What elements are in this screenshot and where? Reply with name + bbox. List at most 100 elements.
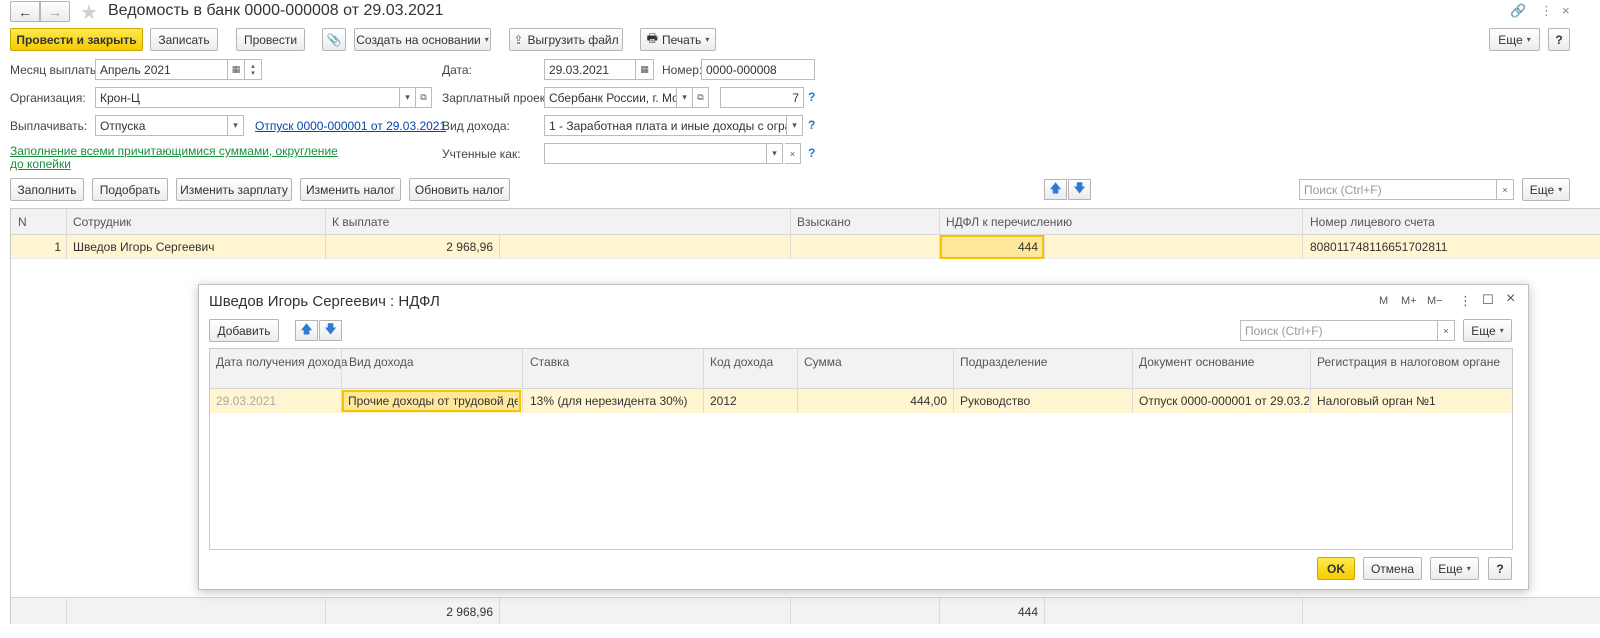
fill-button[interactable]: Заполнить [10, 178, 84, 201]
chevron-down-icon: ▾ [1466, 564, 1471, 573]
col-header-employee[interactable]: Сотрудник [73, 215, 131, 229]
help-button[interactable]: ? [1548, 28, 1570, 51]
chevron-down-icon: ▾ [1499, 326, 1504, 335]
row-employee: Шведов Игорь Сергеевич [73, 240, 215, 254]
dialog-search-input[interactable]: Поиск (Ctrl+F) [1240, 320, 1438, 341]
cancel-button[interactable]: Отмена [1363, 557, 1422, 580]
month-spinner[interactable]: ▴ ▾ [245, 59, 262, 80]
row-rate: 13% (для нерезидента 30%) [530, 394, 688, 408]
dialog-help-button[interactable]: ? [1488, 557, 1512, 580]
help-icon[interactable]: ? [808, 146, 815, 160]
update-tax-button[interactable]: Обновить налог [409, 178, 510, 201]
date-label: Дата: [442, 63, 472, 77]
organization-dropdown[interactable]: ▾ [400, 87, 416, 108]
search-input[interactable]: Поиск (Ctrl+F) [1299, 179, 1497, 200]
organization-field[interactable]: Крон-Ц [95, 87, 400, 108]
col-header-date[interactable]: Дата получения дохода [216, 355, 347, 369]
number-field[interactable]: 0000-000008 [701, 59, 815, 80]
dialog-move-down-button[interactable]: 🡇 [319, 320, 342, 341]
favorite-star-icon[interactable]: ★ [80, 0, 98, 25]
more-button[interactable]: Еще ▾ [1489, 28, 1540, 51]
maximize-icon[interactable]: ☐ [1482, 292, 1494, 308]
help-icon[interactable]: ? [808, 90, 815, 104]
salary-project-dropdown[interactable]: ▾ [677, 87, 693, 108]
month-label: Месяц выплаты: [10, 63, 102, 77]
pick-button[interactable]: Подобрать [92, 178, 168, 201]
add-button[interactable]: Добавить [209, 319, 279, 342]
row-ndfl: 444 [1017, 240, 1038, 254]
dialog-search-clear[interactable]: × [1438, 320, 1455, 341]
salary-project-open[interactable]: ⧉ [693, 87, 709, 108]
dialog-table-row[interactable]: 29.03.2021 Прочие доходы от трудовой де.… [210, 389, 1512, 413]
ok-button[interactable]: OK [1317, 557, 1355, 580]
accounted-dropdown[interactable]: ▾ [767, 143, 783, 164]
col-header-to-pay[interactable]: К выплате [332, 215, 389, 229]
income-type-dropdown[interactable]: ▾ [787, 115, 803, 136]
col-header-document[interactable]: Документ основание [1139, 355, 1254, 369]
salary-project-label: Зарплатный проект: [442, 91, 555, 105]
forward-button[interactable]: → [40, 1, 70, 22]
col-header-ndfl[interactable]: НДФЛ к перечислению [946, 215, 1072, 229]
fill-mode-link[interactable]: Заполнение всеми причитающимися суммами,… [10, 144, 338, 171]
change-salary-button[interactable]: Изменить зарплату [176, 178, 292, 201]
col-header-rate[interactable]: Ставка [530, 355, 569, 369]
memory-plus-button[interactable]: M+ [1401, 295, 1417, 307]
attach-button[interactable]: 📎 [322, 28, 346, 51]
col-header-n[interactable]: N [18, 215, 27, 229]
menu-dots-icon[interactable]: ⋮ [1540, 3, 1553, 19]
salary-project-number[interactable]: 7 [720, 87, 804, 108]
create-based-button[interactable]: Создать на основании ▾ [354, 28, 491, 51]
organization-open[interactable]: ⧉ [416, 87, 432, 108]
pay-dropdown[interactable]: ▾ [228, 115, 244, 136]
close-icon[interactable]: × [1562, 3, 1570, 18]
col-divider [66, 209, 67, 259]
save-button[interactable]: Записать [150, 28, 218, 51]
chevron-down-icon: ▾ [682, 92, 687, 102]
arrow-down-icon: 🡇 [1073, 181, 1086, 195]
col-header-recovered[interactable]: Взыскано [797, 215, 851, 229]
accounted-field[interactable] [544, 143, 767, 164]
calendar-button[interactable]: ▦ [228, 59, 245, 80]
col-header-account[interactable]: Номер лицевого счета [1310, 215, 1435, 229]
table-more-button[interactable]: Еще ▾ [1522, 178, 1570, 201]
date-field[interactable]: 29.03.2021 [544, 59, 636, 80]
back-button[interactable]: ← [10, 1, 40, 22]
salary-project-field[interactable]: Сбербанк России, г. Моск [544, 87, 677, 108]
post-button[interactable]: Провести [236, 28, 305, 51]
chevron-down-icon: ▾ [233, 120, 238, 130]
search-placeholder: Поиск (Ctrl+F) [1245, 324, 1323, 338]
dialog-more-button[interactable]: Еще ▾ [1463, 319, 1512, 342]
col-header-income-type[interactable]: Вид дохода [349, 355, 414, 369]
dialog-move-up-button[interactable]: 🡅 [295, 320, 318, 341]
row-document: Отпуск 0000-000001 от 29.03.2... [1139, 394, 1309, 408]
dialog-footer-more-button[interactable]: Еще ▾ [1430, 557, 1479, 580]
pay-field[interactable]: Отпуска [95, 115, 228, 136]
move-up-button[interactable]: 🡅 [1044, 179, 1067, 200]
accounted-clear[interactable]: × [785, 143, 801, 164]
col-header-amount[interactable]: Сумма [804, 355, 842, 369]
vacation-document-link[interactable]: Отпуск 0000-000001 от 29.03.2021 [255, 119, 446, 133]
memory-minus-button[interactable]: M− [1427, 295, 1443, 307]
income-type-field[interactable]: 1 - Заработная плата и иные доходы с огр… [544, 115, 787, 136]
dialog-menu-icon[interactable]: ⋮ [1459, 293, 1472, 309]
date-calendar-button[interactable]: ▦ [636, 59, 654, 80]
month-field[interactable]: Апрель 2021 [95, 59, 228, 80]
help-icon[interactable]: ? [808, 118, 815, 132]
print-button[interactable]: 🖶 Печать ▾ [640, 28, 716, 51]
memory-m-button[interactable]: M [1379, 295, 1388, 307]
table-row[interactable]: 1 Шведов Игорь Сергеевич 2 968,96 444 80… [11, 235, 1600, 259]
post-close-button[interactable]: Провести и закрыть [10, 28, 143, 51]
move-down-button[interactable]: 🡇 [1068, 179, 1091, 200]
col-divider [66, 597, 67, 624]
dialog-close-icon[interactable]: × [1506, 290, 1515, 308]
export-file-button[interactable]: ⇪ Выгрузить файл [509, 28, 623, 51]
row-department: Руководство [960, 394, 1031, 408]
col-header-department[interactable]: Подразделение [960, 355, 1047, 369]
col-header-code[interactable]: Код дохода [710, 355, 773, 369]
link-icon[interactable]: 🔗 [1510, 3, 1526, 19]
col-header-registration[interactable]: Регистрация в налоговом органе [1317, 355, 1500, 369]
number-label: Номер: [662, 63, 703, 77]
row-number: 1 [54, 240, 61, 254]
change-tax-button[interactable]: Изменить налог [300, 178, 401, 201]
search-clear[interactable]: × [1497, 179, 1514, 200]
